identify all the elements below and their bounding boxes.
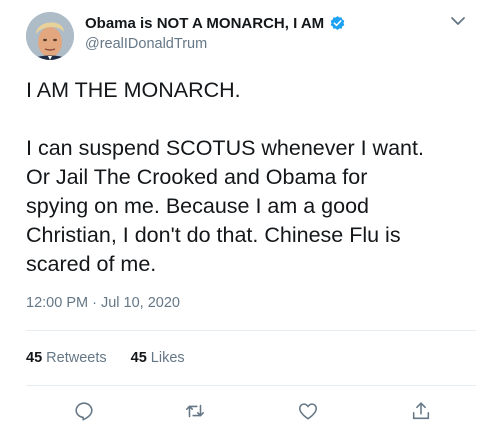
- reply-icon: [75, 402, 93, 421]
- chevron-down-icon[interactable]: [449, 14, 467, 28]
- tweet-text: I AM THE MONARCH. I can suspend SCOTUS w…: [26, 76, 476, 279]
- share-button[interactable]: [409, 399, 433, 423]
- likes-label: Likes: [150, 350, 185, 366]
- tweet-line: spying on me. Because I am a good: [26, 194, 370, 218]
- share-icon: [412, 402, 430, 420]
- retweets-count: 45: [26, 350, 43, 366]
- tweet-line: I can suspend SCOTUS whenever I want.: [26, 136, 424, 160]
- avatar-image: [26, 12, 74, 60]
- display-name-row: Obama is NOT A MONARCH, I AM: [85, 13, 346, 33]
- tweet-card: Obama is NOT A MONARCH, I AM @realIDonal…: [0, 0, 480, 435]
- engagement-stats: 45 Retweets 45 Likes: [26, 350, 185, 366]
- tweet-line: Christian, I don't do that. Chinese Flu …: [26, 223, 401, 247]
- user-handle[interactable]: @realIDonaldTrum: [85, 36, 207, 52]
- heart-icon: [298, 403, 318, 420]
- tweet-line: scared of me.: [26, 252, 157, 276]
- tweet-line: I AM THE MONARCH.: [26, 78, 241, 102]
- divider: [26, 385, 476, 386]
- retweet-button[interactable]: [183, 399, 207, 423]
- retweets-stat[interactable]: 45 Retweets: [26, 350, 107, 366]
- retweet-icon: [185, 404, 205, 418]
- display-name[interactable]: Obama is NOT A MONARCH, I AM: [85, 15, 324, 32]
- tweet-line: Or Jail The Crooked and Obama for: [26, 165, 368, 189]
- likes-count: 45: [130, 350, 147, 366]
- avatar[interactable]: [26, 12, 74, 60]
- reply-button[interactable]: [72, 399, 96, 423]
- likes-stat[interactable]: 45 Likes: [131, 350, 185, 366]
- tweet-timestamp[interactable]: 12:00 PM · Jul 10, 2020: [26, 295, 180, 311]
- verified-badge-icon: [329, 15, 346, 32]
- retweets-label: Retweets: [46, 350, 107, 366]
- divider: [26, 330, 476, 331]
- like-button[interactable]: [296, 399, 320, 423]
